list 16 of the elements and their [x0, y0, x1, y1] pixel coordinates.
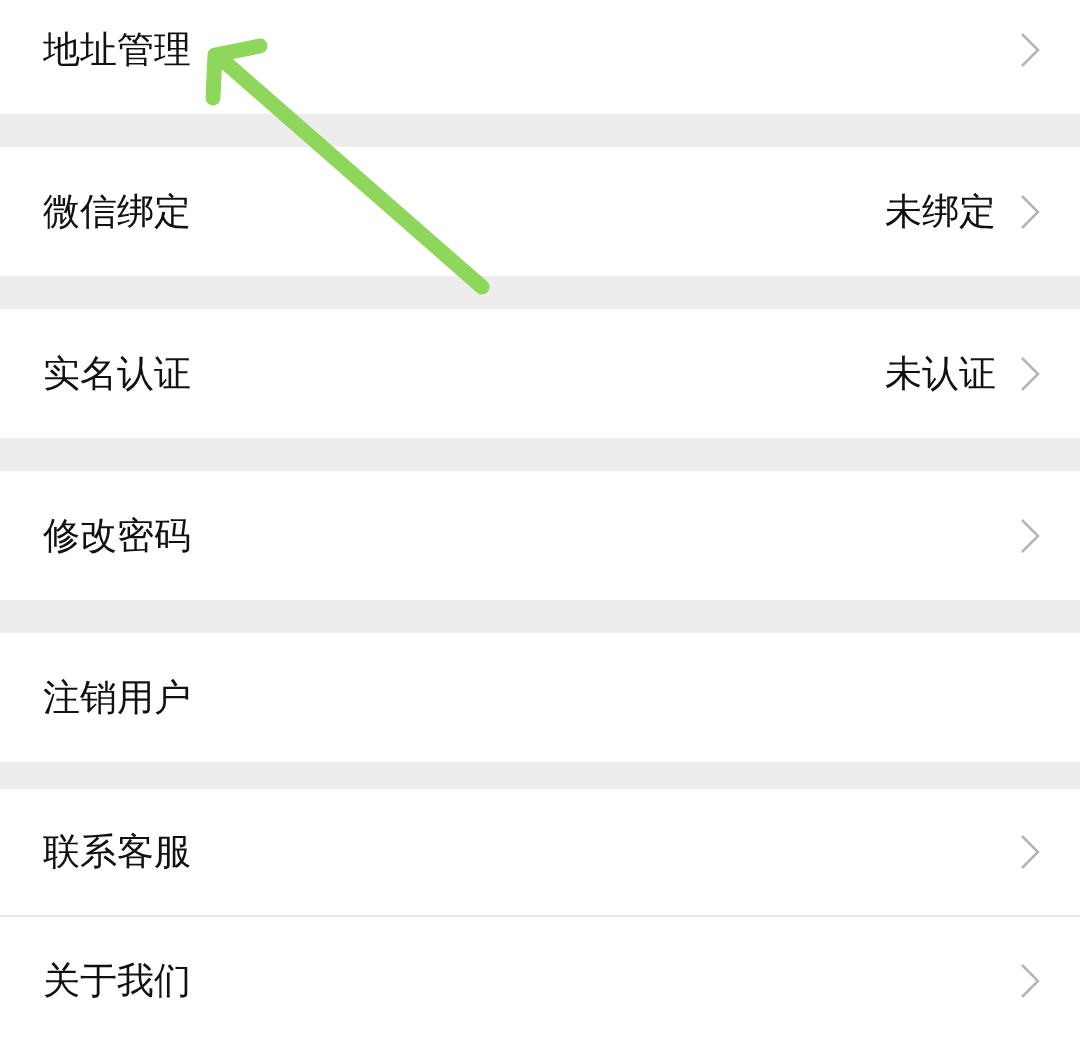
settings-row[interactable]: 地址管理 — [0, 0, 1080, 114]
settings-row[interactable]: 修改密码 — [0, 471, 1080, 600]
row-label: 修改密码 — [43, 512, 191, 559]
settings-row[interactable]: 关于我们 — [0, 915, 1080, 1043]
row-label: 注销用户 — [43, 674, 191, 721]
row-label: 实名认证 — [43, 350, 191, 397]
settings-row[interactable]: 注销用户 — [0, 633, 1080, 762]
settings-row[interactable]: 微信绑定 未绑定 — [0, 147, 1080, 276]
row-label: 微信绑定 — [43, 188, 191, 235]
row-value: 未绑定 — [885, 188, 996, 235]
row-label: 联系客服 — [43, 829, 191, 875]
settings-row[interactable]: 联系客服 — [0, 789, 1080, 915]
settings-row[interactable]: 实名认证 未认证 — [0, 309, 1080, 438]
row-label: 地址管理 — [43, 27, 191, 73]
row-label: 关于我们 — [43, 957, 191, 1004]
row-value: 未认证 — [885, 350, 996, 397]
